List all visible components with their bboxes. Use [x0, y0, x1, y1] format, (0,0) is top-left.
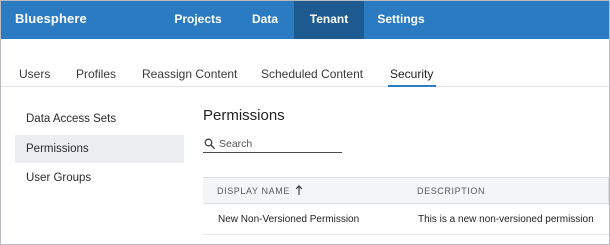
page-title: Permissions — [203, 107, 285, 124]
nav-item-tenant[interactable]: Tenant — [294, 1, 364, 39]
column-divider — [608, 178, 609, 205]
app-window: Bluesphere Projects Data Tenant Settings… — [0, 0, 610, 245]
sidebar-item-user-groups[interactable]: User Groups — [15, 164, 184, 192]
tab-scheduled-content[interactable]: Scheduled Content — [261, 67, 363, 81]
tenant-tabs: Users Profiles Reassign Content Schedule… — [1, 39, 609, 87]
tab-security[interactable]: Security — [390, 67, 433, 81]
search-box[interactable] — [203, 136, 342, 153]
nav-item-settings[interactable]: Settings — [367, 1, 435, 39]
nav-item-projects[interactable]: Projects — [161, 1, 235, 39]
arrow-up-icon[interactable] — [295, 184, 303, 196]
table-row[interactable]: New Non-Versioned Permission This is a n… — [203, 204, 609, 235]
tab-profiles[interactable]: Profiles — [76, 67, 116, 81]
cell-display-name: New Non-Versioned Permission — [218, 214, 360, 225]
cell-description: This is a new non-versioned permission — [418, 214, 594, 225]
active-tab-indicator — [388, 85, 436, 87]
column-header-description[interactable]: DESCRIPTION — [417, 186, 485, 196]
table-header: DISPLAY NAME DESCRIPTION — [203, 177, 609, 205]
search-icon — [204, 138, 215, 149]
top-navigation-bar: Bluesphere Projects Data Tenant Settings — [1, 1, 609, 39]
sidebar-item-permissions[interactable]: Permissions — [15, 135, 184, 163]
search-input[interactable] — [219, 136, 339, 151]
sidebar-item-data-access-sets[interactable]: Data Access Sets — [15, 105, 184, 133]
brand-logo[interactable]: Bluesphere — [15, 11, 87, 26]
tab-users[interactable]: Users — [19, 67, 50, 81]
nav-item-data[interactable]: Data — [239, 1, 291, 39]
column-header-display-name[interactable]: DISPLAY NAME — [217, 186, 290, 196]
tab-reassign-content[interactable]: Reassign Content — [142, 67, 237, 81]
